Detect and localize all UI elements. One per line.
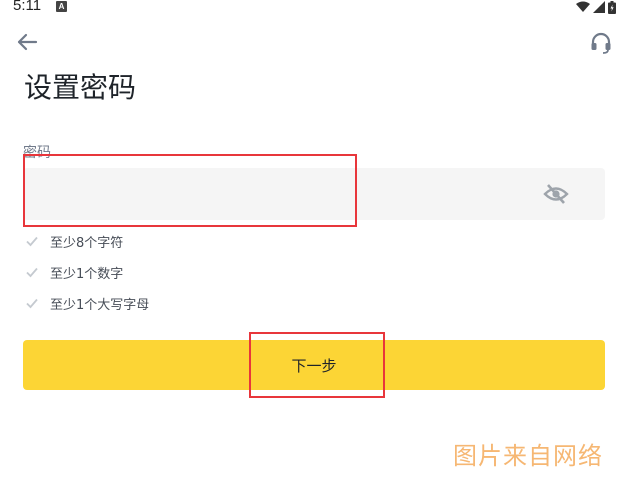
rule-text: 至少1个数字 [50, 266, 124, 282]
status-time: 5:11 [13, 0, 42, 14]
headset-icon[interactable] [588, 30, 614, 56]
rule-text: 至少1个大写字母 [50, 297, 150, 313]
rule-text: 至少8个字符 [50, 235, 124, 251]
check-icon [26, 236, 38, 247]
check-icon [26, 267, 38, 278]
password-input[interactable] [23, 168, 605, 220]
signal-icon [593, 1, 605, 13]
eye-off-icon[interactable] [541, 180, 571, 208]
next-button[interactable]: 下一步 [23, 340, 605, 390]
password-label: 密码 [23, 145, 51, 161]
notification-icon: A [56, 1, 67, 12]
page-title: 设置密码 [24, 71, 137, 104]
check-icon [26, 298, 38, 309]
wifi-icon [576, 1, 590, 12]
status-icons [576, 0, 616, 14]
back-arrow-icon[interactable] [14, 30, 40, 54]
watermark-text: 图片来自网络 [453, 442, 603, 470]
rule-min-length: 至少8个字符 [25, 232, 124, 251]
rule-uppercase: 至少1个大写字母 [25, 294, 150, 313]
battery-icon [608, 0, 616, 14]
status-bar: 5:11 A [0, 0, 626, 16]
rule-digit: 至少1个数字 [25, 263, 124, 282]
